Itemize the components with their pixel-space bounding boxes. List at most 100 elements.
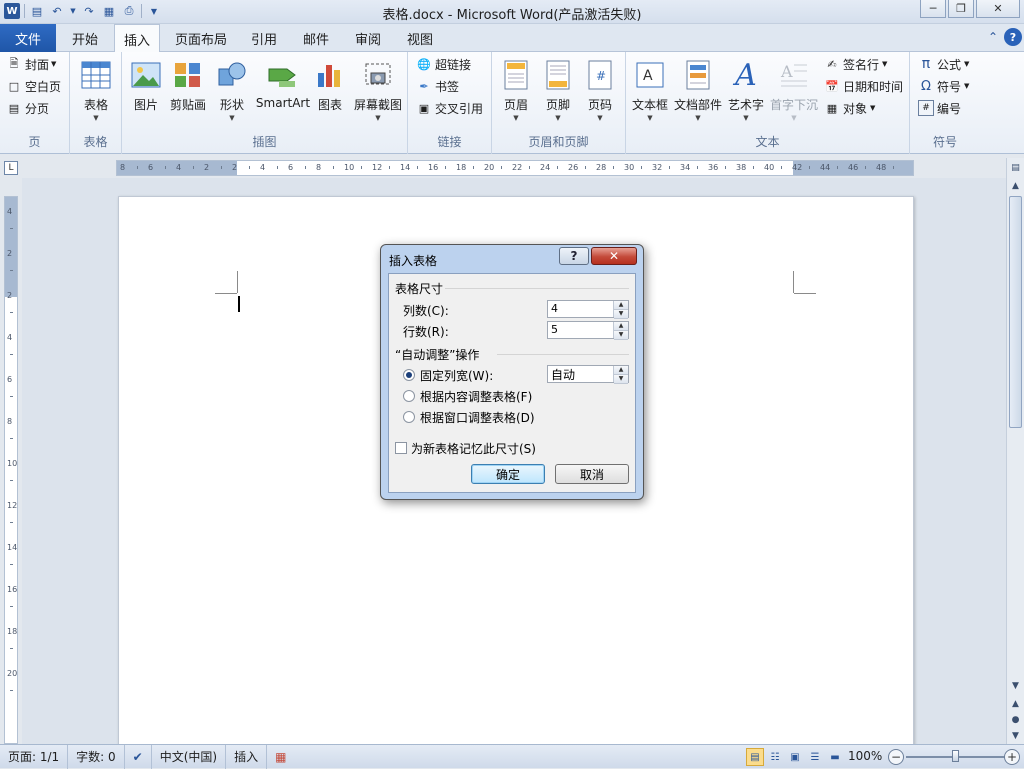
ruler-tick	[529, 166, 530, 169]
status-bar: 页面: 1/1 字数: 0 ✔ 中文(中国) 插入 ▦ ▤ ☷ ▣ ☰ ▬ 10…	[0, 744, 1024, 769]
page-break-button[interactable]: ▤ 分页	[6, 98, 49, 118]
fixed-width-down-icon[interactable]: ▼	[614, 375, 628, 384]
table-button[interactable]: 表格 ▼	[72, 56, 120, 126]
cancel-button[interactable]: 取消	[555, 464, 629, 484]
word-count[interactable]: 字数: 0	[68, 744, 125, 769]
outline-icon[interactable]: ☰	[806, 748, 824, 766]
rows-up-icon[interactable]: ▲	[614, 322, 628, 331]
previous-page-icon[interactable]: ▲	[1008, 696, 1023, 712]
signature-line-button[interactable]: ✍ 签名行 ▼	[824, 54, 887, 74]
language[interactable]: 中文(中国)	[152, 744, 227, 769]
dialog-close-button[interactable]: ✕	[591, 247, 637, 265]
rows-stepper[interactable]: 5 ▲ ▼	[547, 321, 629, 340]
textbox-button[interactable]: A 文本框 ▼	[626, 56, 674, 126]
macro-button[interactable]: ▦	[267, 745, 294, 769]
fixed-width-radio[interactable]	[403, 369, 415, 381]
autofit-window-radio[interactable]	[403, 411, 415, 423]
tab-file[interactable]: 文件	[0, 24, 56, 52]
picture-button[interactable]: 图片	[122, 56, 170, 126]
print-preview-icon[interactable]: ▦	[101, 3, 117, 19]
print-layout-icon[interactable]: ▤	[746, 748, 764, 766]
save-icon[interactable]: ▤	[29, 3, 45, 19]
horizontal-ruler[interactable]: 8 6 4 2 2 4 6 8 10 12 14 16 18 20 22 24 26 28 30 32 34 36 38 40…	[116, 160, 914, 176]
shapes-button[interactable]: 形状 ▼	[208, 56, 256, 126]
columns-up-icon[interactable]: ▲	[614, 301, 628, 310]
columns-stepper[interactable]: 4 ▲ ▼	[547, 300, 629, 319]
zoom-level[interactable]: 100%	[848, 749, 882, 763]
web-layout-icon[interactable]: ▣	[786, 748, 804, 766]
print-icon[interactable]: ⎙	[121, 3, 137, 19]
page-number-button[interactable]: # 页码 ▼	[576, 56, 624, 126]
columns-down-icon[interactable]: ▼	[614, 310, 628, 319]
full-screen-reading-icon[interactable]: ☷	[766, 748, 784, 766]
scroll-thumb[interactable]	[1009, 196, 1022, 428]
screenshot-button[interactable]: 屏幕截图 ▼	[350, 56, 406, 126]
bookmark-button[interactable]: ✒ 书签	[416, 76, 459, 96]
minimize-button[interactable]: ─	[920, 0, 946, 18]
close-button[interactable]: ✕	[976, 0, 1020, 18]
clipart-button[interactable]: 剪贴画	[164, 56, 212, 126]
proofing-button[interactable]: ✔	[125, 744, 152, 769]
blank-page-button[interactable]: □ 空白页	[6, 76, 61, 96]
ruler-tick	[893, 166, 894, 169]
datetime-button[interactable]: 📅 日期和时间	[824, 76, 903, 96]
footer-button[interactable]: 页脚 ▼	[534, 56, 582, 126]
page-count[interactable]: 页面: 1/1	[0, 744, 69, 769]
symbol-button[interactable]: Ω 符号 ▼	[918, 76, 969, 96]
tab-review[interactable]: 审阅	[346, 24, 390, 52]
word-logo-icon[interactable]: W	[4, 3, 20, 19]
equation-button[interactable]: π 公式 ▼	[918, 54, 970, 74]
ruler-toggle-icon[interactable]: ▤	[1008, 160, 1023, 176]
ruler-number: 6	[7, 375, 13, 384]
vertical-ruler[interactable]: 4 2 2 4 6 8 10 12 14 16 18 20	[4, 196, 18, 744]
header-button[interactable]: 页眉 ▼	[492, 56, 540, 126]
dropdown-arrow-icon: ▼	[93, 114, 99, 122]
tab-home[interactable]: 开始	[62, 24, 108, 52]
tab-references[interactable]: 引用	[242, 24, 286, 52]
tab-view[interactable]: 视图	[398, 24, 442, 52]
cover-page-button[interactable]: 🗎 封面 ▼	[6, 54, 57, 74]
draft-icon[interactable]: ▬	[826, 748, 844, 766]
chart-button[interactable]: 图表	[306, 56, 354, 126]
tab-layout[interactable]: 页面布局	[168, 24, 234, 52]
help-icon[interactable]: ?	[1004, 28, 1022, 46]
wordart-button[interactable]: A 艺术字 ▼	[722, 56, 770, 126]
crossref-button[interactable]: ▣ 交叉引用	[416, 98, 483, 118]
customize-icon[interactable]: ▼	[146, 3, 162, 19]
collapse-ribbon-icon[interactable]: ⌃	[984, 28, 1002, 46]
remember-size-checkbox[interactable]	[395, 442, 407, 454]
next-page-icon[interactable]: ▼	[1008, 728, 1023, 744]
tab-mailings[interactable]: 邮件	[294, 24, 338, 52]
undo-dropdown-icon[interactable]: ▼	[69, 3, 77, 19]
dropdown-arrow-icon: ▼	[555, 114, 561, 122]
tab-selector[interactable]: L	[0, 158, 22, 178]
numbering-button[interactable]: # 编号	[918, 98, 961, 118]
fixed-width-up-icon[interactable]: ▲	[614, 366, 628, 375]
smartart-button[interactable]: SmartArt	[256, 56, 310, 126]
quickparts-button[interactable]: 文档部件 ▼	[674, 56, 722, 126]
object-button[interactable]: ▦ 对象 ▼	[824, 98, 876, 118]
hyperlink-button[interactable]: 🌐 超链接	[416, 54, 471, 74]
redo-icon[interactable]: ↷	[81, 3, 97, 19]
fixed-width-stepper[interactable]: 自动 ▲ ▼	[547, 365, 629, 384]
zoom-out-icon[interactable]: −	[888, 749, 904, 765]
tab-insert[interactable]: 插入	[114, 24, 160, 53]
scroll-down-icon[interactable]: ▼	[1008, 678, 1023, 694]
ruler-number: 4	[7, 207, 13, 216]
bookmark-icon: ✒	[419, 79, 429, 93]
ok-button[interactable]: 确定	[471, 464, 545, 484]
zoom-in-icon[interactable]: +	[1004, 749, 1020, 765]
group-label: 插图	[252, 135, 277, 149]
scroll-up-icon[interactable]: ▲	[1008, 178, 1023, 194]
object-icon: ▦	[826, 101, 838, 115]
restore-button[interactable]: ❐	[948, 0, 974, 18]
zoom-slider-thumb[interactable]	[952, 750, 959, 762]
rows-down-icon[interactable]: ▼	[614, 331, 628, 340]
undo-icon[interactable]: ↶	[49, 3, 65, 19]
vertical-scrollbar[interactable]: ▤ ▲ ▼ ▲ ● ▼	[1006, 158, 1024, 744]
dropcap-button: A 首字下沉 ▼	[770, 56, 818, 126]
browse-object-icon[interactable]: ●	[1008, 712, 1023, 728]
insert-mode[interactable]: 插入	[226, 744, 268, 769]
autofit-content-radio[interactable]	[403, 390, 415, 402]
dialog-help-button[interactable]: ?	[559, 247, 589, 265]
